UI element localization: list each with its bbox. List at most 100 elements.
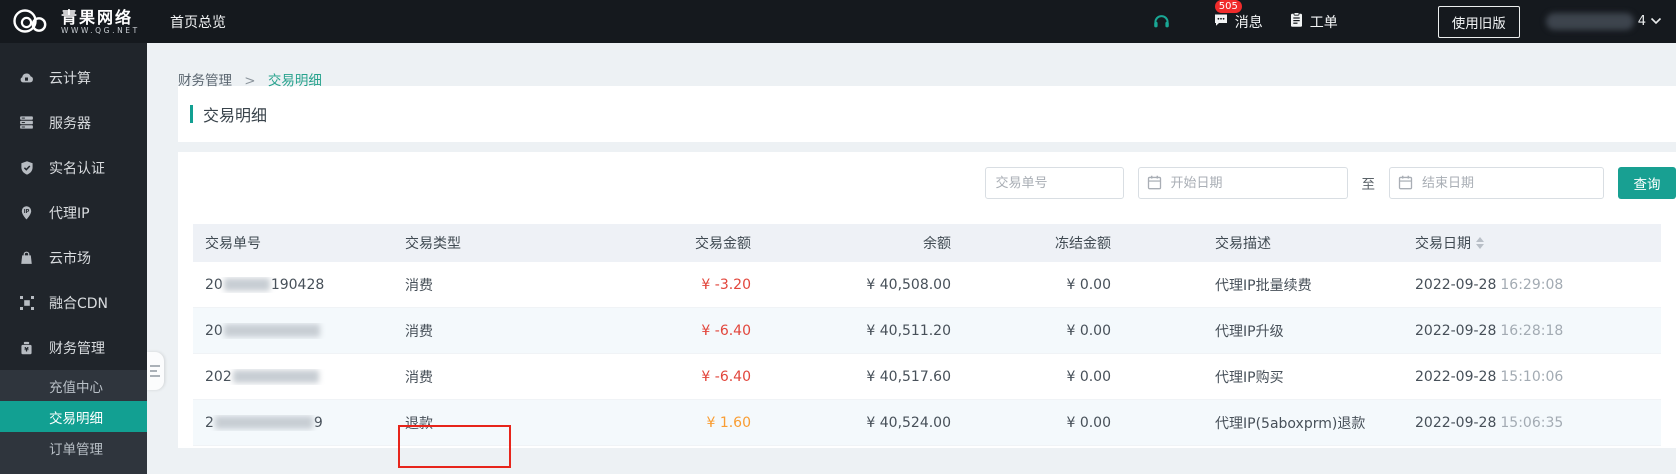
sidebar-item-cdn[interactable]: 融合CDN bbox=[0, 280, 147, 325]
date-range-separator: 至 bbox=[1361, 177, 1376, 193]
sort-icon[interactable] bbox=[1476, 237, 1484, 249]
main-content: 财务管理 > 交易明细 交易明细 至 查询 bbox=[147, 43, 1676, 474]
sidebar-item-cloud-market[interactable]: 云市场 bbox=[0, 235, 147, 280]
cell-balance: ¥ 40,511.20 bbox=[866, 322, 951, 339]
brand-name: 青果网络 bbox=[61, 7, 134, 27]
sidebar-item-label: 服务器 bbox=[49, 115, 91, 132]
transactions-table: 交易单号 交易类型 交易金额 余额 冻结金额 交易描述 交易日期 20 19042… bbox=[193, 224, 1661, 446]
sidebar-subitem-order-management[interactable]: 订单管理 bbox=[0, 432, 147, 463]
cell-frozen: ¥ 0.00 bbox=[1066, 368, 1111, 385]
nav-home[interactable]: 首页总览 bbox=[158, 12, 226, 32]
messages-label: 消息 bbox=[1234, 14, 1263, 31]
header-frozen: 冻结金额 bbox=[1055, 236, 1111, 252]
user-name-suffix: 4 bbox=[1637, 14, 1646, 29]
money-bag-icon: ¥ bbox=[18, 340, 35, 356]
sidebar-subitem-recharge-center[interactable]: 充值中心 bbox=[0, 370, 147, 401]
server-icon bbox=[18, 114, 35, 131]
svg-text:IP: IP bbox=[24, 209, 30, 215]
legacy-version-button[interactable]: 使用旧版 bbox=[1437, 5, 1520, 38]
filter-bar: 至 查询 bbox=[178, 167, 1676, 199]
sidebar-item-proxy-ip[interactable]: IP 代理IP bbox=[0, 190, 147, 235]
sidebar-subitem-transaction-details[interactable]: 交易明细 bbox=[0, 401, 147, 432]
ticket-clipboard-icon bbox=[1289, 11, 1304, 32]
breadcrumb: 财务管理 > 交易明细 bbox=[147, 43, 1676, 89]
messages-count-badge: 505 bbox=[1214, 0, 1242, 13]
breadcrumb-separator: > bbox=[244, 73, 256, 89]
title-accent-bar bbox=[190, 105, 193, 123]
cell-date: 2022-09-28 15:06:35 bbox=[1415, 414, 1564, 431]
cell-order-no: 20 bbox=[193, 323, 393, 339]
breadcrumb-parent[interactable]: 财务管理 bbox=[178, 73, 232, 89]
cell-type: 消费 bbox=[405, 323, 433, 340]
header-amount: 交易金额 bbox=[695, 236, 751, 252]
shield-check-icon bbox=[18, 160, 35, 176]
sidebar-item-servers[interactable]: 服务器 bbox=[0, 100, 147, 145]
cell-amount: ¥ 1.60 bbox=[706, 414, 751, 431]
tickets-menu[interactable]: 工单 bbox=[1289, 11, 1338, 32]
cell-balance: ¥ 40,524.00 bbox=[866, 414, 951, 431]
brand-logo[interactable]: 青果网络 WWW.QG.NET bbox=[0, 3, 158, 41]
brand-url: WWW.QG.NET bbox=[61, 25, 140, 35]
cell-frozen: ¥ 0.00 bbox=[1066, 414, 1111, 431]
cell-description: 代理IP购买 bbox=[1215, 369, 1284, 386]
message-bubble-icon bbox=[1213, 12, 1229, 32]
table-row[interactable]: 29 退款 ¥ 1.60 ¥ 40,524.00 ¥ 0.00 代理IP(5ab… bbox=[193, 400, 1661, 446]
table-row[interactable]: 20 190428 消费 ¥ -3.20 ¥ 40,508.00 ¥ 0.00 代… bbox=[193, 262, 1661, 308]
sidebar-item-label: 融合CDN bbox=[49, 295, 109, 312]
order-no-input[interactable] bbox=[984, 167, 1124, 199]
table-header-row: 交易单号 交易类型 交易金额 余额 冻结金额 交易描述 交易日期 bbox=[193, 224, 1661, 262]
sidebar-item-label: 代理IP bbox=[49, 205, 90, 222]
chevron-down-icon bbox=[1650, 14, 1662, 29]
cell-type: 消费 bbox=[405, 369, 433, 386]
start-date-input[interactable] bbox=[1137, 167, 1348, 199]
cell-date: 2022-09-28 16:28:18 bbox=[1415, 322, 1564, 339]
sidebar-item-label: 财务管理 bbox=[49, 340, 105, 357]
cell-date: 2022-09-28 15:10:06 bbox=[1415, 368, 1564, 385]
redacted-text-blur bbox=[223, 324, 320, 337]
cell-description: 代理IP(5aboxprm)退款 bbox=[1215, 415, 1366, 432]
sidebar-item-cloud-computing[interactable]: 云计算 bbox=[0, 55, 147, 100]
sidebar-item-identity-verification[interactable]: 实名认证 bbox=[0, 145, 147, 190]
cell-balance: ¥ 40,508.00 bbox=[866, 276, 951, 293]
cell-type-refund: 退款 bbox=[405, 415, 433, 432]
sidebar-item-label: 实名认证 bbox=[49, 160, 105, 177]
location-pin-icon: IP bbox=[18, 205, 35, 221]
cell-date: 2022-09-28 16:29:08 bbox=[1415, 276, 1564, 293]
breadcrumb-current: 交易明细 bbox=[267, 73, 322, 89]
top-header: 青果网络 WWW.QG.NET 首页总览 505 消息 工单 使用旧版 4 bbox=[0, 0, 1676, 43]
cell-amount: ¥ -3.20 bbox=[701, 276, 751, 293]
page-title: 交易明细 bbox=[203, 106, 268, 125]
cell-type: 消费 bbox=[405, 277, 433, 294]
transactions-card: 至 查询 交易单号 交易类型 交易金额 余额 冻结金额 交易描述 交易日期 bbox=[178, 152, 1676, 448]
header-description: 交易描述 bbox=[1215, 236, 1271, 252]
end-date-input[interactable] bbox=[1389, 167, 1604, 199]
user-name-redacted bbox=[1545, 13, 1634, 30]
sidebar-item-label: 云计算 bbox=[49, 70, 91, 87]
table-row[interactable]: 20 消费 ¥ -6.40 ¥ 40,511.20 ¥ 0.00 代理IP升级 … bbox=[193, 308, 1661, 354]
finance-submenu: 充值中心 交易明细 订单管理 bbox=[0, 370, 147, 474]
sidebar: 云计算 服务器 实名认证 IP 代理IP 云市场 融合CDN ¥ 财务管理 充值… bbox=[0, 43, 147, 474]
redacted-text-blur bbox=[214, 416, 313, 429]
cell-order-no: 29 bbox=[205, 414, 323, 431]
submenu-clipped-item bbox=[0, 463, 147, 474]
cell-amount: ¥ -6.40 bbox=[701, 322, 751, 339]
header-type: 交易类型 bbox=[405, 236, 461, 252]
table-row[interactable]: 202 消费 ¥ -6.40 ¥ 40,517.60 ¥ 0.00 代理IP购买… bbox=[193, 354, 1661, 400]
support-headset-icon[interactable] bbox=[1152, 12, 1171, 31]
cell-description: 代理IP批量续费 bbox=[1215, 277, 1312, 294]
tickets-label: 工单 bbox=[1309, 14, 1338, 31]
shopping-bag-icon bbox=[18, 250, 35, 266]
messages-menu[interactable]: 505 消息 bbox=[1213, 0, 1263, 32]
header-date: 交易日期 bbox=[1403, 233, 1661, 253]
search-button[interactable]: 查询 bbox=[1618, 167, 1676, 199]
user-menu[interactable]: 4 bbox=[1545, 13, 1662, 30]
cell-amount: ¥ -6.40 bbox=[701, 368, 751, 385]
cloud-icon bbox=[18, 69, 35, 86]
cell-order-no: 202 bbox=[193, 369, 393, 385]
cdn-nodes-icon bbox=[18, 295, 35, 311]
sidebar-item-finance[interactable]: ¥ 财务管理 bbox=[0, 325, 147, 370]
header-order-no: 交易单号 bbox=[205, 236, 261, 252]
redacted-text-blur bbox=[223, 278, 270, 291]
cell-description: 代理IP升级 bbox=[1215, 323, 1284, 340]
cell-frozen: ¥ 0.00 bbox=[1066, 276, 1111, 293]
